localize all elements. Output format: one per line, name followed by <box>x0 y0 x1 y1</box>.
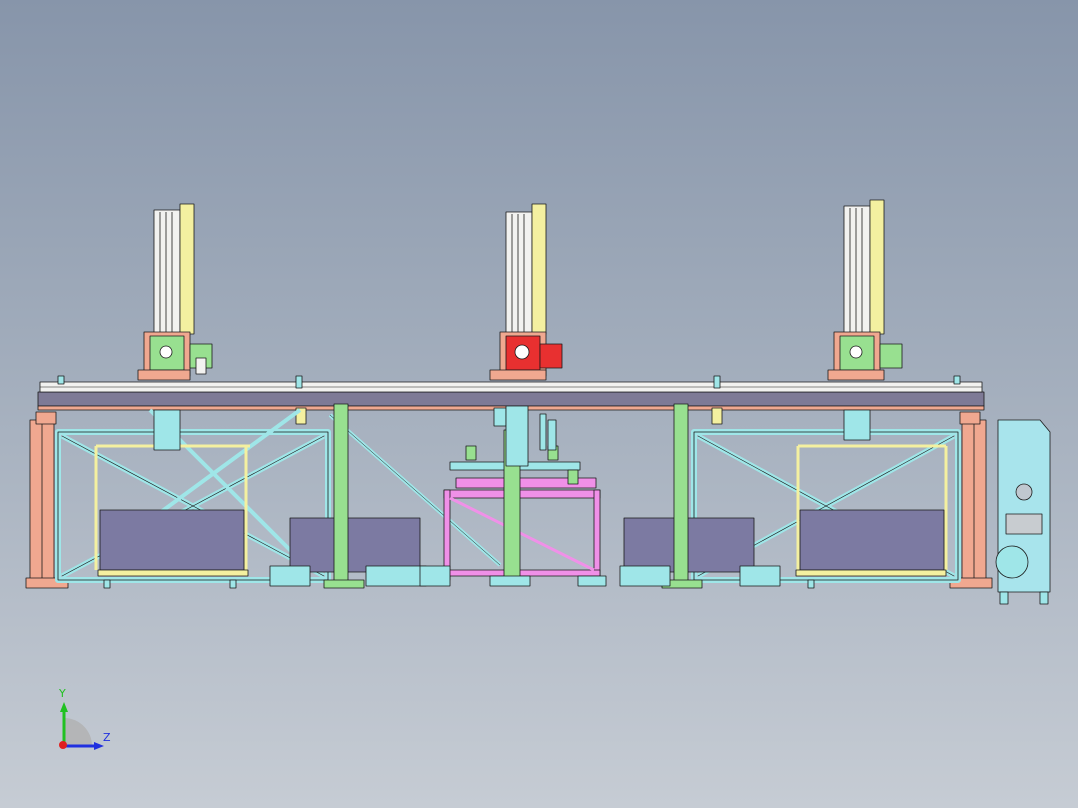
left-inner-pallet <box>289 517 421 573</box>
assembly-model[interactable] <box>0 0 1078 808</box>
right-inner-pallet <box>623 517 755 573</box>
right-pallet <box>799 509 945 571</box>
x-axis-dot <box>59 741 67 749</box>
orientation-triad <box>59 702 104 750</box>
left-lift-unit <box>137 203 213 451</box>
triad-y-label: Y <box>59 687 66 700</box>
control-cabinet <box>995 419 1051 605</box>
triad-z-label: Z <box>103 731 111 744</box>
left-pallet <box>99 509 245 571</box>
cad-viewport[interactable]: Y Z <box>0 0 1078 808</box>
